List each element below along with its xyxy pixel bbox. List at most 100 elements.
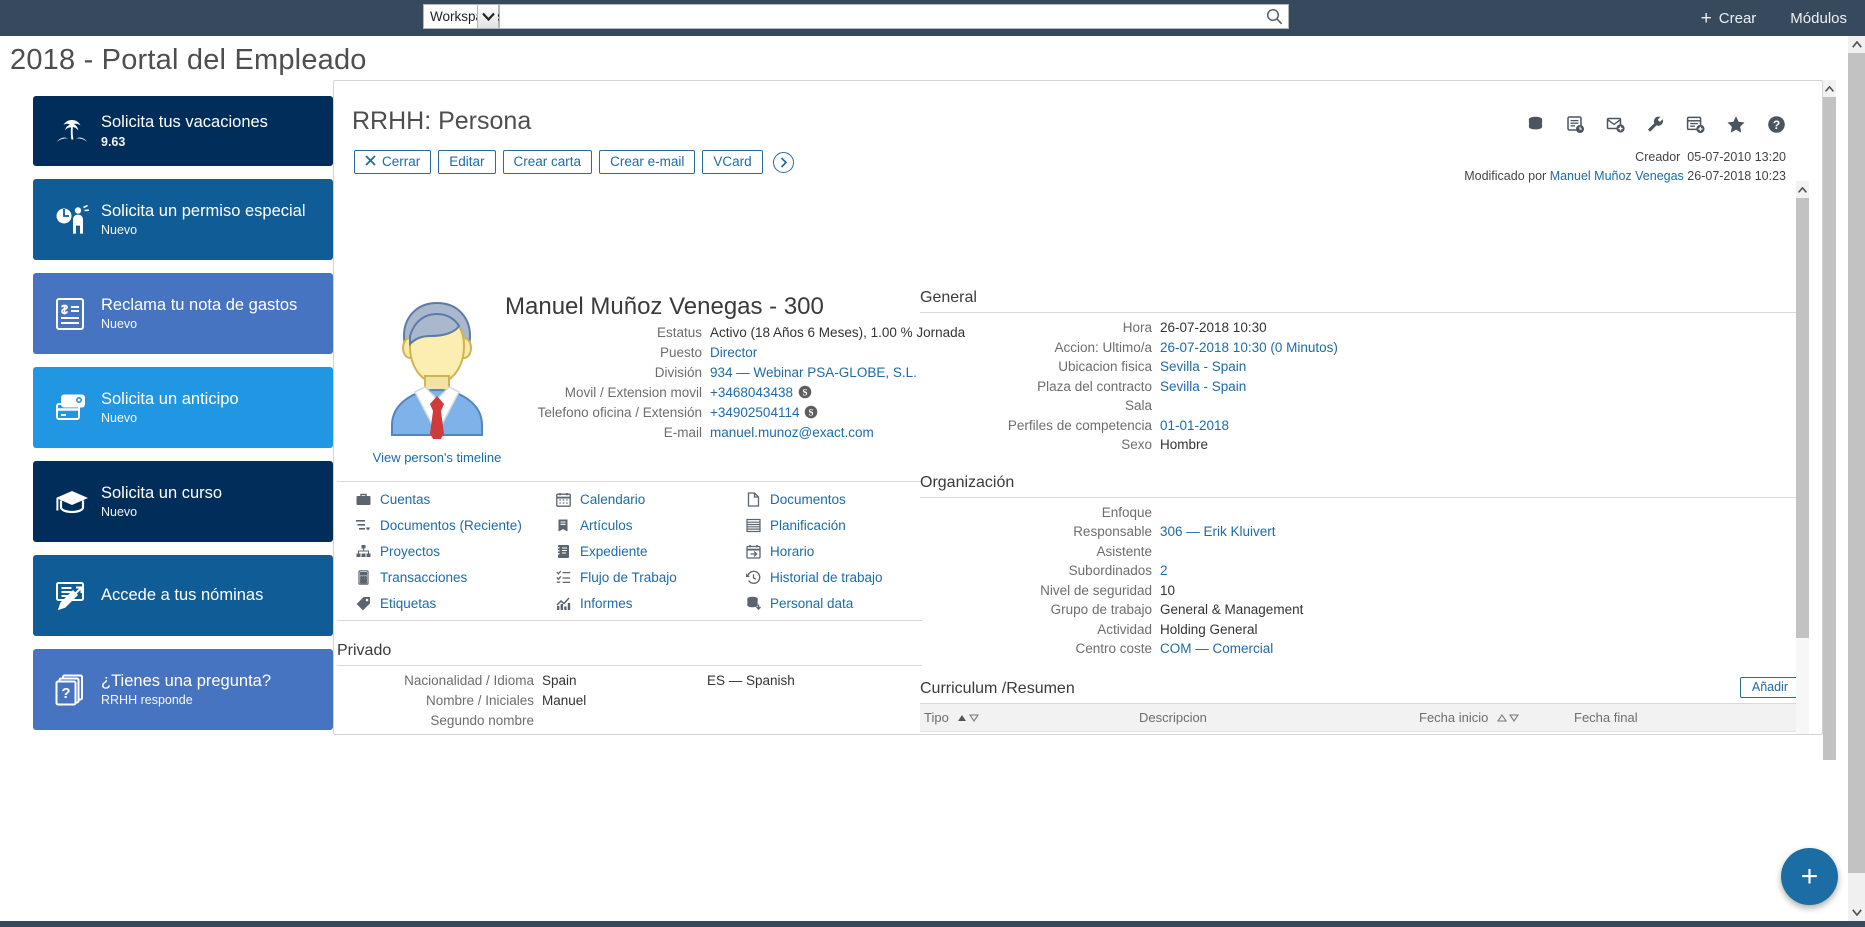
avatar-block: View person's timeline bbox=[357, 291, 517, 465]
sidebar-tile-4[interactable]: Solicita un anticipo Nuevo bbox=[33, 367, 333, 448]
related-link-documentos[interactable]: Documentos bbox=[745, 491, 922, 507]
page-scrollbar[interactable] bbox=[1848, 36, 1865, 921]
curriculum-cell-descripcion[interactable]: Ldo. Dirección y Admón Empresas bbox=[1135, 731, 1415, 734]
privado-field-label: Nacionalidad / Idioma bbox=[404, 673, 534, 688]
global-search[interactable] bbox=[499, 4, 1289, 29]
add-fab-button[interactable]: + bbox=[1781, 848, 1838, 905]
sidebar-tile-title: Solicita un permiso especial bbox=[101, 201, 306, 220]
sort-icons[interactable] bbox=[1497, 714, 1519, 723]
curriculum-cell-tipo[interactable]: Education bbox=[920, 731, 1135, 734]
scroll-up-arrow[interactable] bbox=[1823, 80, 1836, 97]
curriculum-col-fecha-final[interactable]: Fecha final bbox=[1570, 703, 1800, 732]
privado-field-row: Nombre / Iniciales Manuel bbox=[337, 692, 922, 711]
organizacion-heading: Organización bbox=[920, 473, 1015, 491]
curriculum-row[interactable]: Education Ldo. Dirección y Admón Empresa… bbox=[920, 731, 1800, 734]
person-field-value[interactable]: +34902504114 S bbox=[710, 404, 818, 423]
related-link-label: Proyectos bbox=[380, 543, 441, 559]
scroll-thumb[interactable] bbox=[1796, 198, 1809, 638]
modules-button[interactable]: Módulos bbox=[1790, 10, 1847, 27]
person-field-label: División bbox=[654, 365, 702, 380]
card-inner-scrollbar[interactable] bbox=[1796, 181, 1809, 734]
general-field-value[interactable]: Sevilla - Spain bbox=[1160, 358, 1246, 377]
privado-field-value2: ES — Spanish bbox=[707, 673, 795, 688]
related-link-label: Cuentas bbox=[380, 491, 431, 507]
related-link-informes[interactable]: Informes bbox=[555, 595, 745, 611]
general-field-value[interactable]: 26-07-2018 10:30 (0 Minutos) bbox=[1160, 339, 1338, 358]
related-link-calendario[interactable]: Calendario bbox=[555, 491, 745, 507]
button-editar[interactable]: Editar bbox=[438, 150, 496, 174]
related-link-expediente[interactable]: Expediente bbox=[555, 543, 745, 559]
privado-heading: Privado bbox=[337, 642, 922, 666]
planning-list-icon bbox=[745, 517, 761, 533]
database-icon[interactable] bbox=[1526, 115, 1545, 139]
sidebar-tile-1[interactable]: Solicita tus vacaciones 9.63 bbox=[33, 96, 333, 166]
chevron-down-icon[interactable] bbox=[477, 5, 498, 28]
person-field-value[interactable]: +3468043438 S bbox=[710, 384, 812, 403]
related-link-proyectos[interactable]: Proyectos bbox=[355, 543, 555, 559]
report-add-icon[interactable] bbox=[1686, 115, 1705, 139]
related-link-etiquetas[interactable]: Etiquetas bbox=[355, 595, 555, 611]
button-cerrar[interactable]: Cerrar bbox=[354, 150, 432, 174]
page-scroll-down-arrow[interactable] bbox=[1848, 904, 1865, 921]
workspaces-select[interactable]: Workspaces bbox=[423, 4, 504, 29]
curriculum-col-tipo[interactable]: Tipo bbox=[920, 703, 1135, 732]
curriculum-col-fecha-inicio-label: Fecha inicio bbox=[1419, 709, 1489, 725]
card-outer-scrollbar[interactable] bbox=[1823, 80, 1836, 760]
related-links-grid: Cuentas Calendario Documentos Documentos… bbox=[337, 481, 922, 621]
sidebar-tile-3[interactable]: Reclama tu nota de gastos Nuevo bbox=[33, 273, 333, 354]
organizacion-field-value[interactable]: 2 bbox=[1160, 562, 1168, 581]
related-link-planificaci-n[interactable]: Planificación bbox=[745, 517, 922, 533]
search-icon[interactable] bbox=[1260, 5, 1288, 28]
sidebar-tile-7[interactable]: ? ¿Tienes una pregunta? RRHH responde bbox=[33, 649, 333, 730]
related-link-flujo-de-trabajo[interactable]: Flujo de Trabajo bbox=[555, 569, 745, 585]
wrench-icon[interactable] bbox=[1646, 115, 1665, 139]
related-link-documentos-reciente-[interactable]: Documentos (Reciente) bbox=[355, 517, 555, 533]
related-link-transacciones[interactable]: Transacciones bbox=[355, 569, 555, 585]
sort-icons[interactable] bbox=[957, 714, 980, 723]
sidebar-tile-2[interactable]: Solicita un permiso especial Nuevo bbox=[33, 179, 333, 260]
general-field-value[interactable]: Sevilla - Spain bbox=[1160, 378, 1246, 397]
sidebar-tile-sub: Nuevo bbox=[101, 505, 138, 520]
help-icon[interactable]: ? bbox=[1767, 115, 1786, 139]
general-field-row: Accion: Ultimo/a 26-07-2018 10:30 (0 Min… bbox=[920, 339, 1800, 358]
button-label: VCard bbox=[713, 154, 752, 169]
right-column: General Hora 26-07-2018 10:30 Accion: Ult… bbox=[920, 289, 1800, 734]
person-field-value[interactable]: manuel.munoz@exact.com bbox=[710, 424, 874, 443]
related-link-cuentas[interactable]: Cuentas bbox=[355, 491, 555, 507]
page-scroll-up-arrow[interactable] bbox=[1848, 36, 1865, 53]
create-button[interactable]: + Crear bbox=[1701, 9, 1757, 28]
button-label: Cerrar bbox=[382, 154, 421, 169]
view-timeline-link[interactable]: View person's timeline bbox=[357, 450, 517, 465]
scroll-thumb[interactable] bbox=[1823, 97, 1836, 760]
organizacion-field-row: Responsable 306 — Erik Kluivert bbox=[920, 523, 1800, 542]
curriculum-add-button[interactable]: Añadir bbox=[1739, 676, 1800, 698]
organizacion-field-value[interactable]: COM — Comercial bbox=[1160, 640, 1273, 659]
button-crear-e-mail[interactable]: Crear e-mail bbox=[599, 150, 696, 174]
organizacion-field-value[interactable]: 306 — Erik Kluivert bbox=[1160, 523, 1276, 542]
person-field-value[interactable]: Director bbox=[710, 344, 757, 363]
scroll-up-arrow[interactable] bbox=[1796, 181, 1809, 198]
button-vcard[interactable]: VCard bbox=[702, 150, 763, 174]
sidebar-tile-sub: Nuevo bbox=[101, 317, 138, 332]
page-scroll-thumb[interactable] bbox=[1848, 53, 1865, 873]
sidebar-tile-5[interactable]: Solicita un curso Nuevo bbox=[33, 461, 333, 542]
related-link-art-culos[interactable]: Artículos bbox=[555, 517, 745, 533]
curriculum-col-fecha-inicio[interactable]: Fecha inicio bbox=[1415, 703, 1570, 732]
document-clock-icon[interactable] bbox=[1566, 115, 1585, 139]
related-link-historial-de-trabajo[interactable]: Historial de trabajo bbox=[745, 569, 922, 585]
sidebar-tile-6[interactable]: Accede a tus nóminas bbox=[33, 555, 333, 636]
general-field-value[interactable]: 01-01-2018 bbox=[1160, 417, 1229, 436]
button-crear-carta[interactable]: Crear carta bbox=[502, 150, 593, 174]
related-link-personal-data[interactable]: Personal data bbox=[745, 595, 922, 611]
related-link-horario[interactable]: Horario bbox=[745, 543, 922, 559]
curriculum-col-descripcion[interactable]: Descripcion bbox=[1135, 703, 1415, 732]
related-link-label: Planificación bbox=[770, 517, 846, 533]
sidebar: Solicita tus vacaciones 9.63 Solicita un … bbox=[33, 96, 333, 743]
star-icon[interactable] bbox=[1726, 115, 1746, 139]
search-input[interactable] bbox=[500, 6, 1260, 27]
curriculum-table: Tipo Descripcion Fecha inicio Fecha fina… bbox=[920, 703, 1800, 734]
organizacion-field-label: Enfoque bbox=[1101, 504, 1152, 520]
mail-add-icon[interactable] bbox=[1606, 115, 1625, 139]
person-field-value[interactable]: 934 — Webinar PSA-GLOBE, S.L. bbox=[710, 364, 917, 383]
chevron-right-circle-icon[interactable] bbox=[772, 151, 794, 173]
